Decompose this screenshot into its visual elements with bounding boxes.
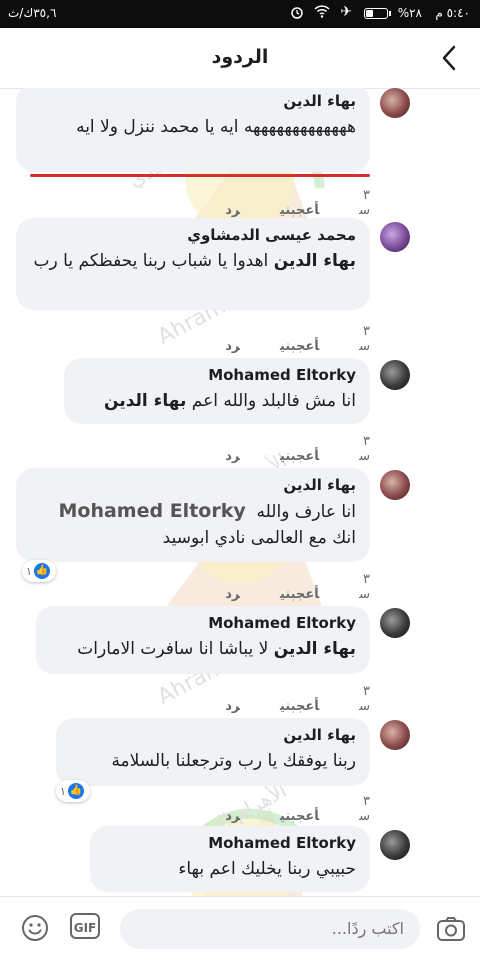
avatar[interactable] <box>380 88 410 118</box>
alarm-icon <box>290 5 304 22</box>
avatar[interactable] <box>380 830 410 860</box>
like-button[interactable]: أعجبني <box>280 587 319 602</box>
comment-time: ٣ س <box>359 434 370 464</box>
back-button[interactable] <box>428 38 470 78</box>
comment-bubble[interactable]: بهاء الدين ربنا يوفقك يا رب وترجعلنا بال… <box>56 718 370 786</box>
comment-author[interactable]: محمد عيسى الدمشاوي <box>30 226 356 244</box>
comment-text: بهاء الدين لا يباشا انا سافرت الامارات <box>77 639 356 659</box>
comment-author[interactable]: بهاء الدين <box>30 476 356 494</box>
comment-text: بهاء الدين اهدوا يا شباب ربنا يحفظكم يا … <box>33 251 356 271</box>
reply-input[interactable] <box>120 909 420 949</box>
comment-text: انا عارف والله Mohamed Eltorky انك مع الع… <box>58 498 357 548</box>
comment-text: هههههههههههههه ايه يا محمد ننزل ولا ايه <box>76 117 356 137</box>
comment-bubble[interactable]: بهاء الدين هههههههههههههه ايه يا محمد نن… <box>16 88 370 172</box>
reply-button[interactable]: رد <box>225 699 240 714</box>
emoji-button[interactable] <box>20 913 50 943</box>
network-speed: ٣٥,٦ك/ث <box>8 6 57 20</box>
battery-icon <box>364 8 391 19</box>
reply-button[interactable]: رد <box>225 449 240 464</box>
comment-bubble[interactable]: بهاء الدين انا عارف والله Mohamed Eltork… <box>16 468 370 562</box>
comment-time: ٣ س <box>359 324 370 354</box>
avatar[interactable] <box>380 222 410 252</box>
comment-time: ٣ س <box>359 684 370 714</box>
comment-actions: ٣ س أعجبني رد <box>180 572 370 602</box>
comment-actions: ٣ س أعجبني رد <box>180 324 370 354</box>
comment-bubble[interactable]: محمد عيسى الدمشاوي بهاء الدين اهدوا يا ش… <box>16 218 370 310</box>
comment-time: ٣ س <box>359 572 370 602</box>
comment-time: ٣ س <box>359 188 370 218</box>
thumbs-up-icon: 👍 <box>67 783 84 799</box>
replies-feed[interactable]: الأهرام الجديد الكندي Ahram-Canada الأهر… <box>0 88 480 896</box>
reply-composer: GIF <box>0 896 480 961</box>
mention-link[interactable]: بهاء الدين <box>104 391 186 411</box>
chevron-left-icon <box>442 45 456 71</box>
camera-button[interactable] <box>436 915 466 943</box>
like-button[interactable]: أعجبني <box>280 809 319 824</box>
comment-author[interactable]: Mohamed Eltorky <box>50 614 356 632</box>
comment-text: ربنا يوفقك يا رب وترجعلنا بالسلامة <box>111 751 356 771</box>
like-button[interactable]: أعجبني <box>280 699 319 714</box>
reaction-count[interactable]: ١ 👍 <box>56 780 90 802</box>
comment-author[interactable]: بهاء الدين <box>70 726 356 744</box>
avatar[interactable] <box>380 608 410 638</box>
avatar[interactable] <box>380 720 410 750</box>
comment-author[interactable]: بهاء الدين <box>30 92 356 110</box>
mention-link[interactable]: بهاء الدين <box>274 251 356 271</box>
wifi-icon <box>314 5 330 21</box>
comment-bubble[interactable]: Mohamed Eltorky بهاء الدين لا يباشا انا … <box>36 606 370 674</box>
status-bar: ٣٥,٦ك/ث ✈ %٢٨ ٥:٤٠ م <box>0 0 480 28</box>
comment-bubble[interactable]: Mohamed Eltorky حبيبي ربنا يخليك اعم بها… <box>90 826 370 892</box>
comment-text: حبيبي ربنا يخليك اعم بهاء <box>178 859 356 879</box>
clock: ٥:٤٠ م <box>435 6 470 20</box>
header: الردود <box>0 28 480 89</box>
mention-link[interactable]: Mohamed Eltorky <box>59 498 246 524</box>
reply-button[interactable]: رد <box>225 809 240 824</box>
smiley-icon <box>22 915 48 941</box>
camera-icon <box>437 917 465 941</box>
like-button[interactable]: أعجبني <box>280 203 319 218</box>
comment-actions: ٣ س أعجبني رد <box>180 188 370 218</box>
like-button[interactable]: أعجبني <box>280 339 319 354</box>
comment-author[interactable]: Mohamed Eltorky <box>78 366 356 384</box>
mention-link[interactable]: بهاء الدين <box>274 639 356 659</box>
comment-actions: ٣ س أعجبني رد <box>180 684 370 714</box>
avatar[interactable] <box>380 470 410 500</box>
comment-actions: ٣ س أعجبني رد <box>180 794 370 824</box>
comment-author[interactable]: Mohamed Eltorky <box>104 834 356 852</box>
comment-bubble[interactable]: Mohamed Eltorky انا مش فالبلد والله اعم … <box>64 358 370 424</box>
battery-percent: %٢٨ <box>397 6 422 20</box>
thumbs-up-icon: 👍 <box>33 563 50 579</box>
gif-button[interactable]: GIF <box>70 913 100 939</box>
reply-button[interactable]: رد <box>225 203 240 218</box>
airplane-mode-icon: ✈ <box>340 4 352 20</box>
page-title: الردود <box>211 46 269 68</box>
avatar[interactable] <box>380 360 410 390</box>
reaction-count[interactable]: ١ 👍 <box>22 560 56 582</box>
reply-button[interactable]: رد <box>225 339 240 354</box>
highlight-underline <box>30 174 370 177</box>
comment-actions: ٣ س أعجبني رد <box>180 434 370 464</box>
like-button[interactable]: أعجبني <box>280 449 319 464</box>
reply-button[interactable]: رد <box>225 587 240 602</box>
comment-time: ٣ س <box>359 794 370 824</box>
comment-text: انا مش فالبلد والله اعم بهاء الدين <box>104 391 356 411</box>
